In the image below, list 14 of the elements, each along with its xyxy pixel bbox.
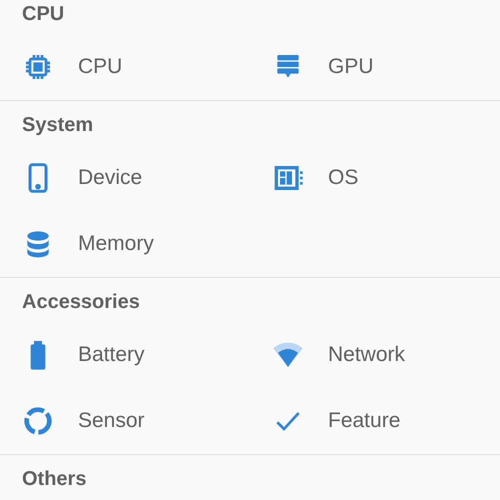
menu-item[interactable]: Device [0,145,250,211]
menu-item[interactable]: Feature [250,388,500,454]
section-header: System [22,112,94,138]
section-header: Accessories [22,290,140,314]
menu-item[interactable]: OS [250,145,500,211]
menu-item[interactable]: CPU [0,34,250,100]
menu-item[interactable]: GPU [250,34,500,100]
menu-item[interactable]: Battery [0,322,250,388]
menu-item[interactable]: Memory [0,211,250,277]
menu-item[interactable]: Sensor [0,388,250,454]
ring-icon [22,405,54,437]
section-header: Others [22,466,86,492]
section-header: CPU [22,2,64,26]
menu-item[interactable]: Network [250,322,500,388]
